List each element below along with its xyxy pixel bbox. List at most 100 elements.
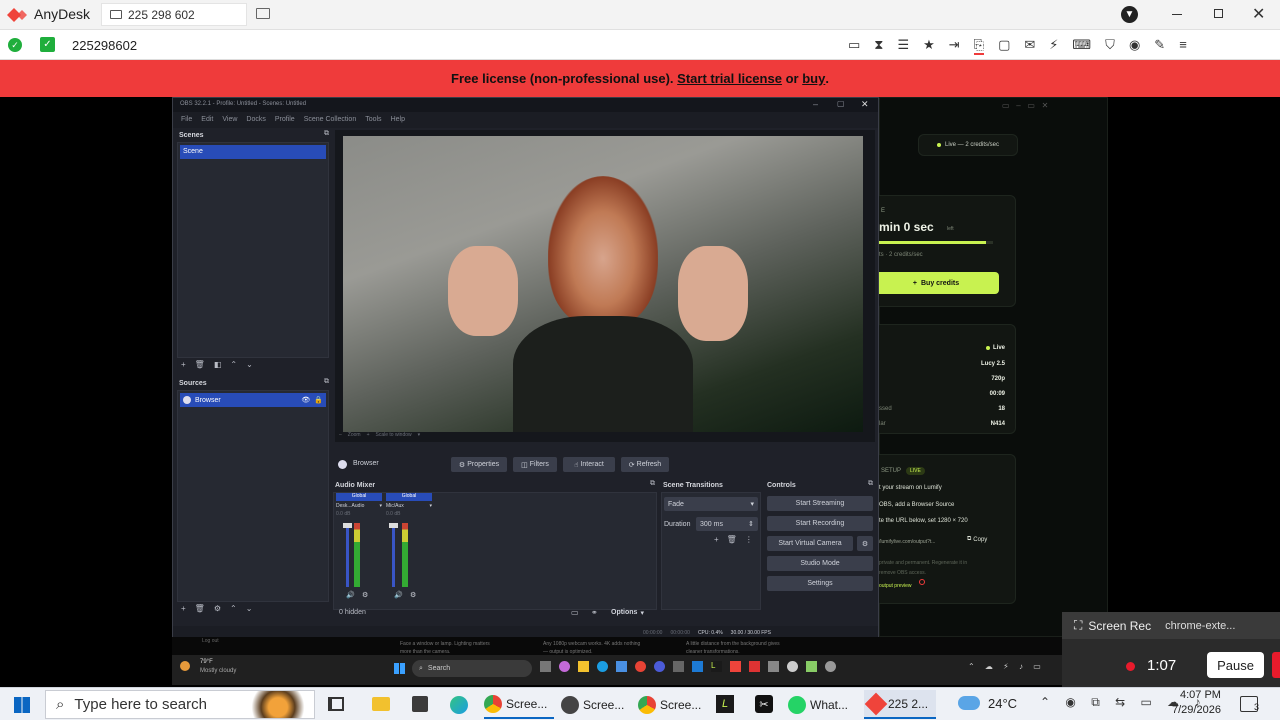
- close-icon[interactable]: ✕: [1252, 4, 1265, 24]
- draw-pen-icon[interactable]: ✎: [1154, 37, 1165, 55]
- scene-item[interactable]: Scene: [180, 145, 326, 159]
- scene-up-icon[interactable]: ⌃: [230, 360, 237, 369]
- mixer-link-icon[interactable]: ⚭: [591, 608, 598, 617]
- remote-search-box[interactable]: ⌕ Search: [412, 660, 532, 677]
- remote-settings-icon[interactable]: [825, 661, 836, 672]
- display-settings-icon[interactable]: ▭: [848, 37, 860, 55]
- log-out-link[interactable]: Log out: [202, 638, 219, 644]
- taskbar-app-3[interactable]: Scree...: [638, 690, 708, 719]
- channel2-fader[interactable]: [389, 523, 398, 587]
- session-tab[interactable]: 225 298 602: [101, 3, 247, 26]
- weather-temp[interactable]: 24°C: [988, 696, 1017, 711]
- remote-video-icon[interactable]: [749, 661, 760, 672]
- remote-explorer-icon[interactable]: [578, 661, 589, 672]
- options-button[interactable]: Options ▾: [611, 609, 644, 617]
- edge-icon[interactable]: [450, 696, 468, 714]
- buy-credits-button[interactable]: + Buy credits: [873, 272, 999, 294]
- chat-icon[interactable]: ✉: [1024, 37, 1035, 55]
- transfer-icon[interactable]: ⎘: [973, 37, 985, 55]
- menu-item-view[interactable]: View: [222, 116, 237, 123]
- remote-layers-icon[interactable]: [806, 661, 817, 672]
- virtual-camera-button[interactable]: Start Virtual Camera: [767, 536, 853, 551]
- remote-anydesk-icon[interactable]: [730, 661, 741, 672]
- start-streaming-button[interactable]: Start Streaming: [767, 496, 873, 511]
- menu-item-edit[interactable]: Edit: [201, 116, 213, 123]
- channel1-fader[interactable]: [343, 523, 352, 587]
- channel1-mute-icon[interactable]: 🔊: [346, 591, 355, 599]
- mixer-undock-icon[interactable]: ⧉: [650, 480, 655, 488]
- file-explorer-icon[interactable]: [372, 697, 390, 711]
- scene-remove-icon[interactable]: 🗑: [195, 360, 205, 369]
- remote-obs-icon[interactable]: [787, 661, 798, 672]
- menu-item-profile[interactable]: Profile: [275, 116, 295, 123]
- new-session-icon[interactable]: [256, 8, 270, 19]
- menu-item-tools[interactable]: Tools: [365, 116, 381, 123]
- channel2-settings-icon[interactable]: ⚙: [410, 591, 416, 599]
- keyboard-icon[interactable]: ⌨: [1072, 37, 1091, 55]
- scene-add-icon[interactable]: +: [181, 360, 186, 369]
- taskbar-app-4[interactable]: What...: [788, 690, 858, 719]
- source-add-icon[interactable]: +: [181, 604, 186, 613]
- obs-close-icon[interactable]: ✕: [861, 99, 869, 110]
- restore-icon[interactable]: [1214, 9, 1223, 18]
- menu-item-scene-collection[interactable]: Scene Collection: [304, 116, 357, 123]
- mixer-layout-icon[interactable]: ▭: [571, 608, 579, 617]
- video-editor-icon[interactable]: [412, 696, 428, 712]
- remote-edge-icon[interactable]: [597, 661, 608, 672]
- source-up-icon[interactable]: ⌃: [230, 604, 237, 613]
- capcut-icon[interactable]: ✂: [755, 695, 773, 713]
- menu-item-docks[interactable]: Docks: [246, 116, 265, 123]
- remote-start-icon[interactable]: [394, 663, 405, 674]
- studio-mode-button[interactable]: Studio Mode: [767, 556, 873, 571]
- transition-remove-icon[interactable]: 🗑: [727, 535, 737, 544]
- source-remove-icon[interactable]: 🗑: [195, 604, 205, 613]
- scenes-undock-icon[interactable]: ⧉: [324, 130, 329, 138]
- taskbar-app-5[interactable]: 225 2...: [864, 690, 936, 719]
- channel1-name[interactable]: Desk...Audio ▾: [336, 503, 382, 509]
- preview-area[interactable]: – Zoom + Scale to window ▾: [335, 130, 875, 442]
- transition-add-icon[interactable]: +: [714, 535, 719, 544]
- channel2-name[interactable]: Mic/Aux ▾: [386, 503, 432, 509]
- filters-button[interactable]: ◫ Filters: [513, 457, 557, 472]
- scene-down-icon[interactable]: ⌄: [246, 360, 253, 369]
- favorite-star-icon[interactable]: ★: [923, 37, 935, 55]
- scene-filter-icon[interactable]: ◧: [214, 360, 222, 369]
- clock-time[interactable]: 4:07 PM: [1180, 689, 1221, 701]
- taskbar-app-2[interactable]: Scree...: [561, 690, 631, 719]
- task-view-icon[interactable]: [328, 697, 344, 711]
- hourglass-icon[interactable]: ⧗: [874, 37, 883, 55]
- record-icon[interactable]: ◉: [1129, 37, 1140, 55]
- remote-taskview-icon[interactable]: [540, 661, 551, 672]
- buy-link[interactable]: buy: [802, 71, 825, 86]
- source-settings-icon[interactable]: ⚙: [214, 604, 221, 613]
- transition-select[interactable]: Fade ▾: [664, 497, 758, 511]
- download-icon[interactable]: ▼: [1121, 6, 1138, 23]
- start-trial-link[interactable]: Start trial license: [677, 71, 782, 86]
- scale-dropdown-icon[interactable]: ▾: [418, 432, 421, 438]
- lumify-app-icon[interactable]: L: [716, 695, 734, 713]
- lightning-icon[interactable]: ⚡: [1049, 37, 1058, 55]
- remote-app-icon[interactable]: [654, 661, 665, 672]
- obs-maximize-icon[interactable]: ▢: [837, 99, 845, 108]
- taskbar-app-1[interactable]: Scree...: [484, 690, 554, 719]
- virtual-camera-settings-icon[interactable]: ⚙: [857, 536, 873, 551]
- output-preview-link[interactable]: output preview: [879, 583, 912, 589]
- output-url[interactable]: /lumifylive.com/output?t...: [879, 539, 935, 545]
- settings-button[interactable]: Settings: [767, 576, 873, 591]
- interact-button[interactable]: ☝ Interact: [563, 457, 615, 472]
- channel1-settings-icon[interactable]: ⚙: [362, 591, 368, 599]
- remote-photos-icon[interactable]: [673, 661, 684, 672]
- windows-start-icon[interactable]: [14, 697, 30, 713]
- pause-button[interactable]: Pause: [1207, 652, 1264, 678]
- source-item[interactable]: Browser 👁 🔒: [180, 393, 326, 407]
- copy-button[interactable]: ⧉ Copy: [967, 536, 987, 543]
- remote-store-icon[interactable]: [616, 661, 627, 672]
- address-text[interactable]: 225298602: [72, 38, 137, 53]
- remote-lumify-icon[interactable]: L: [711, 661, 722, 672]
- menu-item-help[interactable]: Help: [391, 116, 405, 123]
- scale-mode[interactable]: Scale to window: [375, 432, 411, 438]
- screen-icon[interactable]: ▢: [998, 37, 1010, 55]
- remote-outlook-icon[interactable]: [692, 661, 703, 672]
- zoom-out-icon[interactable]: –: [339, 432, 342, 438]
- actions-icon[interactable]: ⇥: [949, 37, 960, 55]
